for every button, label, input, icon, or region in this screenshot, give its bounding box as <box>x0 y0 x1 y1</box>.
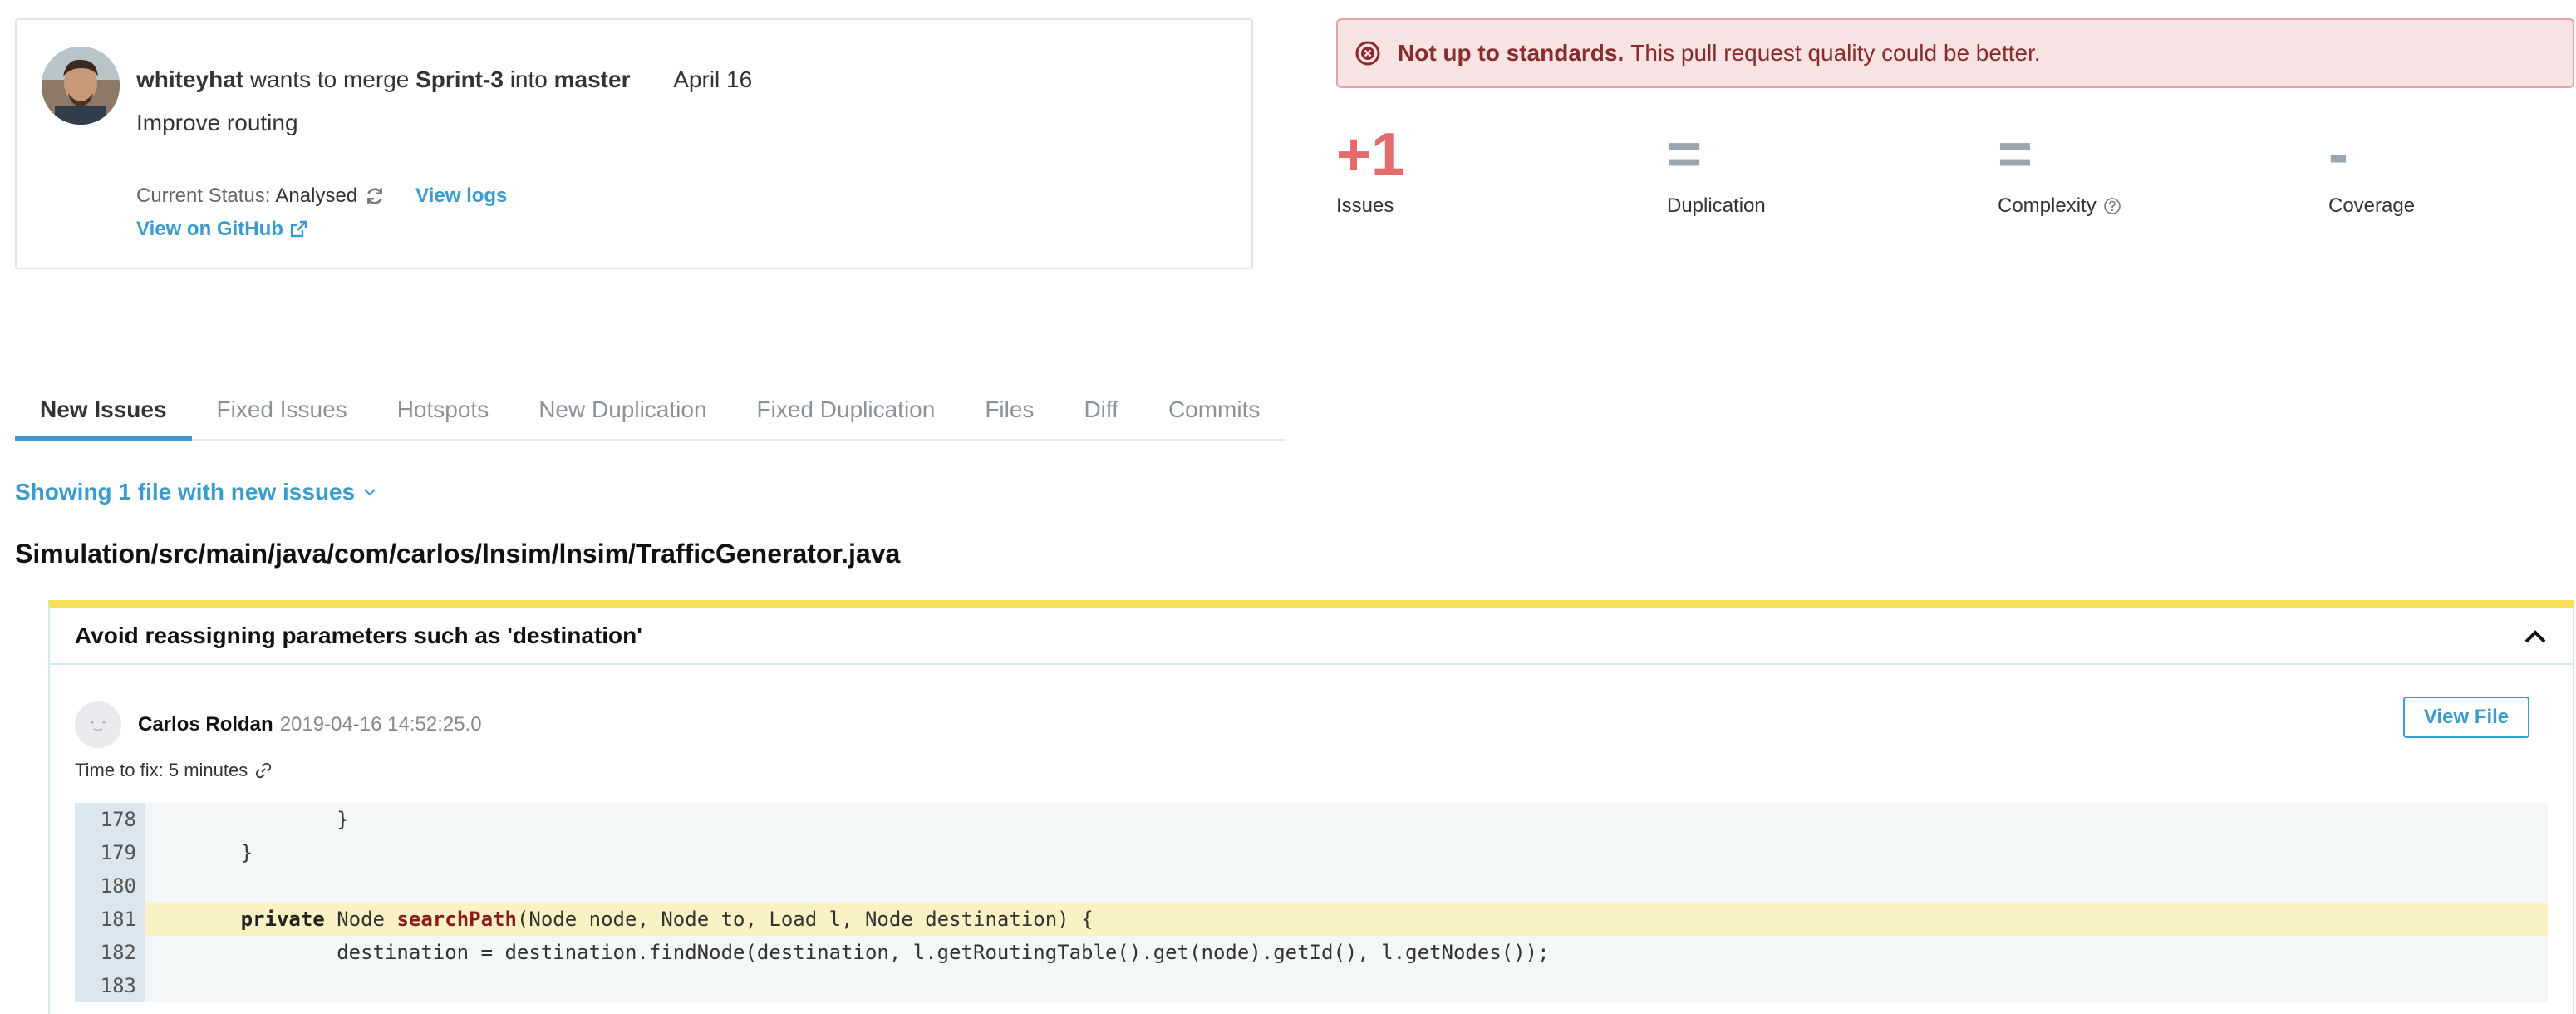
code-line: 178 } <box>75 803 2548 836</box>
close-circle-icon <box>1355 41 1380 66</box>
pr-date: April 16 <box>673 66 753 92</box>
tab-files[interactable]: Files <box>960 381 1059 439</box>
code-line: 182 destination = destination.findNode(d… <box>75 936 2548 969</box>
issue-header[interactable]: Avoid reassigning parameters such as 'de… <box>50 608 2573 665</box>
status-label: Current Status: <box>136 185 271 207</box>
pull-request-card: whiteyhat wants to merge Sprint-3 into m… <box>15 18 1253 269</box>
code-line: 180 <box>75 869 2548 903</box>
view-file-button[interactable]: View File <box>2403 697 2529 738</box>
view-logs-link[interactable]: View logs <box>415 185 507 208</box>
code-line: 183 <box>75 969 2548 1002</box>
metric-duplication-label: Duplication <box>1667 194 1766 217</box>
line-code: private Node searchPath(Node node, Node … <box>145 903 2548 936</box>
pr-target-branch: master <box>553 66 631 92</box>
github-line: View on GitHub <box>136 218 308 241</box>
pr-tabs: New Issues Fixed Issues Hotspots New Dup… <box>15 381 1286 441</box>
issue-author-row: Carlos Roldan 2019-04-16 14:52:25.0 <box>75 701 482 748</box>
issue-author-avatar <box>75 701 121 748</box>
help-icon[interactable] <box>2103 197 2121 215</box>
metric-coverage-value: - <box>2328 121 2348 188</box>
function-name: searchPath <box>396 908 517 931</box>
quality-alert: Not up to standards. This pull request q… <box>1336 18 2574 88</box>
avatar-image <box>42 47 120 125</box>
alert-heading: Not up to standards. <box>1398 40 1625 66</box>
metric-issues-value: +1 <box>1336 121 1405 188</box>
external-link-icon[interactable] <box>288 219 308 239</box>
tab-fixed-issues[interactable]: Fixed Issues <box>192 381 372 439</box>
line-code: destination = destination.findNode(desti… <box>145 941 1550 964</box>
status-line: Current Status: Analysed View logs <box>136 185 507 208</box>
chevron-up-icon[interactable] <box>2523 627 2548 647</box>
link-icon[interactable] <box>254 761 273 780</box>
code-line: 179 } <box>75 836 2548 869</box>
code-snippet: 178 } 179 } 180 181 private Node searchP… <box>75 803 2548 1002</box>
issue-panel: Avoid reassigning parameters such as 'de… <box>48 600 2574 1014</box>
metric-issues[interactable]: +1 Issues <box>1336 121 1585 218</box>
pr-into-text: into <box>509 66 548 92</box>
keyword: private <box>240 908 325 931</box>
line-number[interactable]: 180 <box>75 869 145 903</box>
view-on-github-link[interactable]: View on GitHub <box>136 218 283 241</box>
time-to-fix-label: Time to fix: 5 minutes <box>75 760 248 780</box>
line-number[interactable]: 183 <box>75 969 145 1002</box>
line-number[interactable]: 181 <box>75 903 145 936</box>
tab-fixed-duplication[interactable]: Fixed Duplication <box>732 381 961 439</box>
metric-duplication[interactable]: = Duplication <box>1667 121 1916 218</box>
metric-coverage-label: Coverage <box>2328 194 2416 217</box>
refresh-icon[interactable] <box>364 185 386 207</box>
default-avatar-icon <box>75 701 121 748</box>
tab-new-duplication[interactable]: New Duplication <box>514 381 731 439</box>
line-code: } <box>145 841 253 864</box>
alert-message: This pull request quality could be bette… <box>1630 40 2041 66</box>
code-line-highlighted: 181 private Node searchPath(Node node, N… <box>75 903 2548 936</box>
metric-complexity-label-row: Complexity <box>1998 194 2247 218</box>
line-number[interactable]: 179 <box>75 836 145 869</box>
tab-diff[interactable]: Diff <box>1059 381 1143 439</box>
file-path[interactable]: Simulation/src/main/java/com/carlos/lnsi… <box>15 539 900 569</box>
line-number[interactable]: 178 <box>75 803 145 836</box>
issue-timestamp: 2019-04-16 14:52:25.0 <box>279 713 482 736</box>
line-code: } <box>145 808 349 831</box>
tab-new-issues[interactable]: New Issues <box>15 381 192 441</box>
showing-label: Showing 1 file with new issues <box>15 479 356 505</box>
tab-commits[interactable]: Commits <box>1143 381 1285 439</box>
showing-files-dropdown[interactable]: Showing 1 file with new issues <box>15 479 378 505</box>
pr-source-branch: Sprint-3 <box>415 66 504 92</box>
chevron-down-icon <box>364 489 376 496</box>
tab-hotspots[interactable]: Hotspots <box>372 381 514 439</box>
pr-author[interactable]: whiteyhat <box>136 66 243 92</box>
metric-issues-label: Issues <box>1336 194 1394 217</box>
status-value: Analysed <box>275 185 358 207</box>
pr-title: Improve routing <box>136 110 298 135</box>
issue-author-name: Carlos Roldan <box>138 713 273 736</box>
pr-title-line: whiteyhat wants to merge Sprint-3 into m… <box>136 66 752 93</box>
metric-complexity[interactable]: = Complexity <box>1998 121 2247 218</box>
issue-title: Avoid reassigning parameters such as 'de… <box>75 623 642 648</box>
metric-complexity-label: Complexity <box>1998 194 2097 217</box>
metric-complexity-value: = <box>1998 121 2033 188</box>
pr-action-text: wants to merge <box>249 66 410 92</box>
line-number[interactable]: 182 <box>75 936 145 969</box>
metric-coverage[interactable]: - Coverage <box>2328 121 2576 218</box>
time-to-fix: Time to fix: 5 minutes <box>75 760 273 781</box>
author-avatar[interactable] <box>42 47 120 125</box>
metric-duplication-value: = <box>1667 121 1703 188</box>
